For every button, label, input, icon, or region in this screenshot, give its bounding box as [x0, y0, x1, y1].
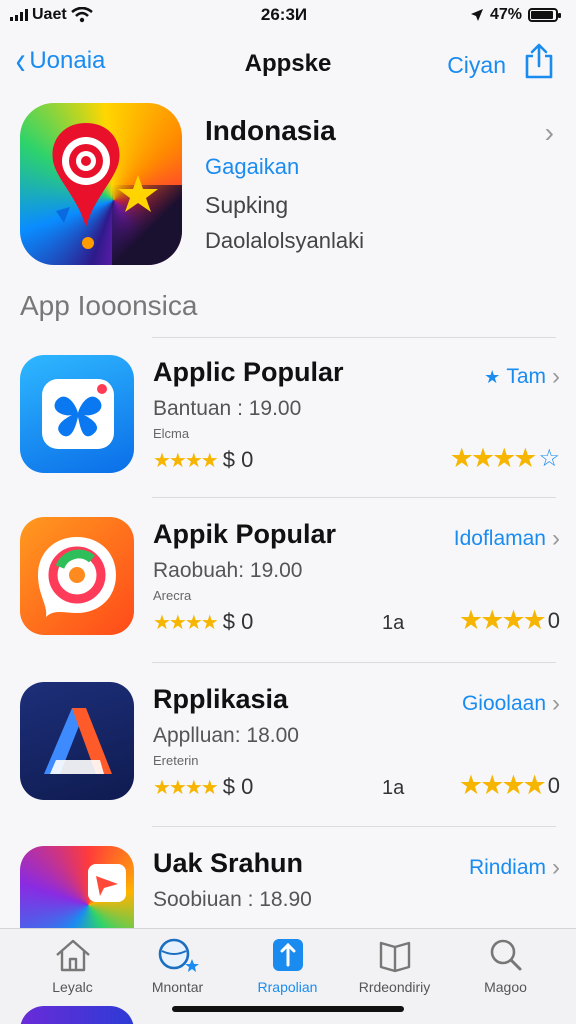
app-rating: ★★★★ ☆ [450, 443, 560, 474]
tab-home[interactable]: Leyalc [15, 937, 130, 995]
tab-label: Rrdeondiriy [358, 979, 431, 995]
stars-icon: ★★★★ [153, 776, 219, 799]
app-subtext: Elcma [153, 426, 190, 441]
battery-percent: 47% [489, 6, 522, 23]
featured-app-icon [20, 103, 182, 265]
divider [152, 826, 556, 827]
app-meta: ★★★★ $ 0 [153, 609, 253, 635]
app-meta: ★★★★ $ 0 [153, 447, 253, 473]
tab-rrdeondiriy[interactable]: Rrdeondiriy [337, 937, 452, 995]
app-link-label: Tam [506, 365, 546, 388]
app-link-button[interactable]: Gioolaan › [462, 690, 560, 718]
app-link-label: Gioolaan [461, 692, 546, 715]
tab-monitor[interactable]: Mnontar [120, 937, 235, 995]
location-arrow-icon [470, 9, 483, 21]
nav-bar: ‹ Uonaia Appske Ciyan [0, 38, 576, 88]
app-price: Bantuan : 19.00 [153, 397, 302, 420]
signal-icon [10, 9, 28, 21]
app-name: Applic Popular [153, 357, 344, 387]
app-rating: ★★★★ 0 [459, 605, 560, 636]
tab-label: Magoo [484, 979, 527, 995]
app-rating: ★★★★ 0 [459, 770, 560, 801]
app-list-item[interactable]: Rpplikasia Applluan: 18.00 Ereterin ★★★★… [20, 682, 560, 812]
star-outline-icon: ☆ [538, 445, 560, 472]
app-list-item[interactable]: Applic Popular Bantuan : 19.00 Elcma ★★★… [20, 355, 560, 485]
carrier-label: Uaet [32, 6, 67, 23]
app-icon [20, 682, 134, 800]
chevron-right-icon: › [544, 117, 554, 148]
app-count: 1a [382, 612, 405, 634]
stars-icon: ★★★★ [153, 449, 219, 472]
app-icon [20, 355, 134, 473]
rating-suffix: 0 [547, 772, 560, 798]
wifi-icon [70, 7, 93, 23]
featured-app[interactable]: Indonasia Gagaikan Supking Daolalolsyanl… [20, 103, 560, 273]
tab-label: Leyalc [52, 979, 93, 995]
globe-search-icon [158, 938, 199, 972]
divider [152, 337, 556, 338]
divider [152, 662, 556, 663]
app-list-item[interactable]: Appik Popular Raobuah: 19.00 Arecra ★★★★… [20, 517, 560, 647]
status-right: 47% [358, 6, 561, 24]
chevron-right-icon: › [552, 525, 560, 552]
featured-app-subtitle[interactable]: Gagaikan [205, 154, 299, 180]
sparkle-icon: ★ [484, 366, 501, 387]
share-icon[interactable] [522, 42, 556, 80]
app-price: Raobuah: 19.00 [153, 559, 303, 582]
app-price: Applluan: 18.00 [153, 724, 299, 747]
battery-icon [528, 8, 561, 22]
stars-icon: ★★★★ [449, 443, 538, 473]
app-price: Soobiuan : 18.90 [153, 888, 312, 911]
stars-icon: ★★★★ [458, 770, 547, 800]
app-name: Uak Srahun [153, 848, 304, 878]
app-link-button[interactable]: ★ Tam › [484, 363, 560, 391]
app-icon [20, 1006, 134, 1024]
app-link-label: Idoflaman [453, 527, 546, 550]
stars-icon: ★★★★ [458, 605, 547, 635]
home-indicator[interactable] [172, 1006, 404, 1012]
divider [152, 497, 556, 498]
app-price-label: $ 0 [222, 447, 254, 472]
status-bar: Uaet 26:3И 47% [0, 0, 576, 30]
app-price-label: $ 0 [222, 774, 254, 799]
nav-action-button[interactable]: Ciyan [447, 52, 506, 79]
battery-level [531, 11, 553, 19]
status-left: Uaet [10, 6, 210, 24]
stars-icon: ★★★★ [153, 611, 219, 634]
tab-label: Mnontar [151, 979, 204, 995]
featured-app-description: Daolalolsyanlaki [205, 228, 364, 253]
app-meta: ★★★★ $ 0 [153, 774, 253, 800]
app-price-label: $ 0 [222, 609, 254, 634]
app-link-label: Rindiam [468, 856, 546, 879]
chevron-right-icon: › [552, 690, 560, 717]
app-icon [20, 517, 134, 635]
app-name: Appik Popular [153, 519, 337, 549]
chevron-right-icon: › [552, 363, 560, 390]
featured-app-category: Supking [205, 192, 289, 218]
tab-rrapolian[interactable]: Rrapolian [230, 937, 345, 995]
section-title: App Iooonsica [20, 290, 198, 321]
app-link-button[interactable]: Rindiam › [469, 854, 560, 882]
app-name: Rpplikasia [153, 684, 289, 714]
app-subtext: Ereterin [153, 753, 199, 768]
search-icon [490, 939, 521, 971]
featured-app-name: Indonasia [205, 115, 336, 146]
chevron-right-icon: › [552, 854, 560, 881]
home-icon [55, 939, 90, 972]
book-icon [379, 941, 410, 973]
app-subtext: Arecra [153, 588, 192, 603]
rating-suffix: 0 [547, 607, 560, 633]
tab-search[interactable]: Magoo [448, 937, 563, 995]
app-link-button[interactable]: Idoflaman › [454, 525, 560, 553]
bookmark-icon [272, 939, 303, 971]
status-time: 26:3И [260, 5, 308, 24]
app-count: 1a [382, 777, 405, 799]
tab-label: Rrapolian [257, 979, 318, 995]
